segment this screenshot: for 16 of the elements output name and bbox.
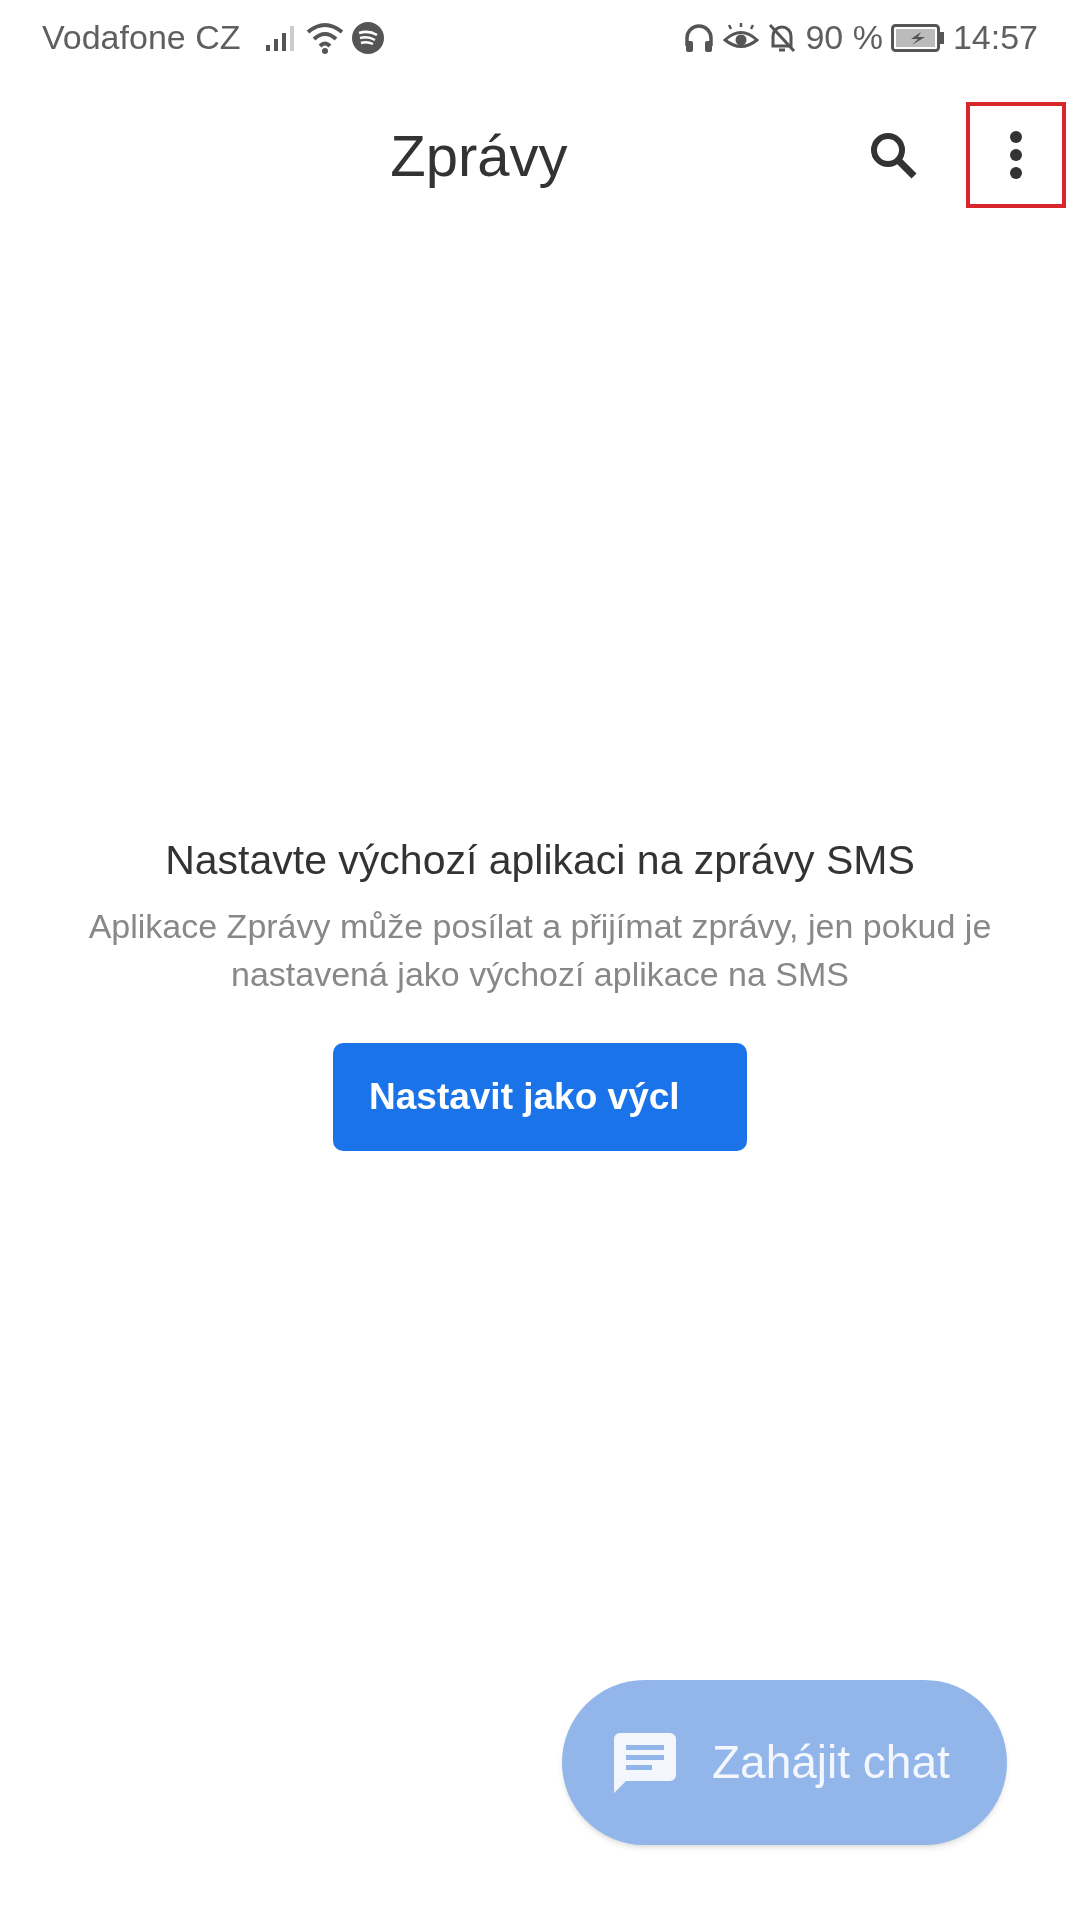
clock-time: 14:57 bbox=[952, 17, 1038, 58]
empty-state-heading: Nastavte výchozí aplikaci na zprávy SMS bbox=[165, 836, 915, 885]
battery-percentage: 90 % bbox=[805, 17, 883, 58]
battery-charging-icon bbox=[890, 23, 945, 52]
more-options-button[interactable] bbox=[966, 102, 1066, 208]
wifi-icon bbox=[306, 21, 345, 54]
more-vertical-icon bbox=[1009, 130, 1023, 180]
empty-state-description: Aplikace Zprávy může posílat a přijímat zprávy, jen pokud je nastavená jako výchozí aplikace na SMS bbox=[87, 905, 993, 995]
headphones-icon bbox=[683, 21, 716, 54]
app-title: Zprávy bbox=[390, 121, 568, 190]
message-icon bbox=[614, 1732, 676, 1793]
set-default-button[interactable]: Nastavit jako výcl bbox=[333, 1042, 747, 1151]
bell-off-icon bbox=[767, 21, 798, 54]
search-icon bbox=[868, 130, 918, 180]
music-app-icon bbox=[352, 21, 385, 54]
carrier-name: Vodafone CZ bbox=[42, 17, 241, 58]
